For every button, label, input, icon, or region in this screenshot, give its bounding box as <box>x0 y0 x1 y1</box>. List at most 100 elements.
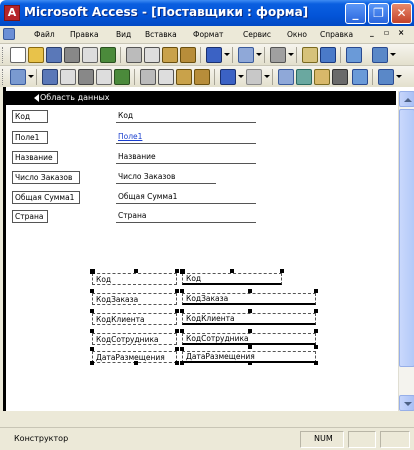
selection-handle[interactable] <box>175 361 179 365</box>
menu-insert[interactable]: Вставка <box>145 30 177 39</box>
selection-handle[interactable] <box>180 269 185 274</box>
selection-handle[interactable] <box>175 269 179 273</box>
selection-handle[interactable] <box>175 309 179 313</box>
doc-restore-button[interactable]: ▫ <box>384 28 389 37</box>
redo-icon[interactable] <box>246 69 262 85</box>
selection-handle[interactable] <box>314 309 318 313</box>
close-button[interactable]: ✕ <box>391 3 412 24</box>
menu-tools[interactable]: Сервис <box>243 30 271 39</box>
format-painter-icon[interactable] <box>180 47 196 63</box>
scroll-thumb[interactable] <box>399 109 414 367</box>
search-icon[interactable] <box>60 69 76 85</box>
toolbar-grip[interactable] <box>2 69 5 85</box>
selection-handle[interactable] <box>248 329 252 333</box>
detail-section-header[interactable]: Область данных <box>6 91 396 105</box>
selection-handle[interactable] <box>180 329 184 333</box>
analyze-icon[interactable] <box>314 69 330 85</box>
undo-icon[interactable] <box>206 47 222 63</box>
subform-label-client-id[interactable]: КодКлиента <box>92 313 177 325</box>
selection-handle[interactable] <box>90 329 94 333</box>
print-preview-icon[interactable] <box>96 69 112 85</box>
selection-handle[interactable] <box>314 329 318 333</box>
selection-handle[interactable] <box>180 361 184 365</box>
selection-handle[interactable] <box>230 269 234 273</box>
textbox-name[interactable]: Название <box>116 150 256 164</box>
selection-handle[interactable] <box>280 269 284 273</box>
format-painter-icon[interactable] <box>194 69 210 85</box>
field-list-icon[interactable] <box>270 47 286 63</box>
label-country[interactable]: Страна <box>12 210 48 223</box>
scroll-up-button[interactable] <box>399 91 414 107</box>
selection-handle[interactable] <box>180 309 184 313</box>
new-object-dropdown-icon[interactable] <box>390 53 396 56</box>
web-toolbar-icon[interactable] <box>296 69 312 85</box>
selection-handle[interactable] <box>314 289 318 293</box>
selection-handle[interactable] <box>248 361 252 365</box>
save-icon[interactable] <box>42 69 58 85</box>
selection-handle[interactable] <box>175 329 179 333</box>
textbox-country[interactable]: Страна <box>116 209 256 223</box>
subform-textbox-code[interactable]: Код <box>182 273 282 285</box>
menu-view[interactable]: Вид <box>116 30 131 39</box>
selection-handle[interactable] <box>175 347 179 351</box>
code-icon[interactable] <box>320 47 336 63</box>
toolbar-grip[interactable] <box>2 47 5 63</box>
selection-handle[interactable] <box>314 345 318 349</box>
undo-icon[interactable] <box>220 69 236 85</box>
subform-label-order-id[interactable]: КодЗаказа <box>92 293 177 305</box>
doc-close-button[interactable]: × <box>398 28 404 37</box>
label-name[interactable]: Название <box>12 151 58 164</box>
cut-icon[interactable] <box>126 47 142 63</box>
menu-edit[interactable]: Правка <box>70 30 99 39</box>
paste-icon[interactable] <box>176 69 192 85</box>
new-object-icon[interactable] <box>378 69 394 85</box>
selection-handle[interactable] <box>314 361 318 365</box>
subform-textbox-order-id[interactable]: КодЗаказа <box>182 293 316 305</box>
copy-icon[interactable] <box>144 47 160 63</box>
database-window-icon[interactable] <box>346 47 362 63</box>
open-icon[interactable] <box>28 47 44 63</box>
selection-handle[interactable] <box>248 289 252 293</box>
new-object-dropdown-icon[interactable] <box>396 75 402 78</box>
doc-minimize-button[interactable]: _ <box>370 28 374 37</box>
access-app-icon[interactable]: A <box>4 5 20 21</box>
undo-dropdown-icon[interactable] <box>238 75 244 78</box>
spelling-icon[interactable] <box>100 47 116 63</box>
selection-handle[interactable] <box>134 269 138 273</box>
build-icon[interactable] <box>332 69 348 85</box>
selection-handle[interactable] <box>90 269 95 274</box>
field-list-dropdown-icon[interactable] <box>288 53 294 56</box>
subform-textbox-client-id[interactable]: КодКлиента <box>182 313 316 325</box>
copy-icon[interactable] <box>158 69 174 85</box>
selection-handle[interactable] <box>90 289 94 293</box>
save-icon[interactable] <box>46 47 62 63</box>
insert-hyperlink-icon[interactable] <box>238 47 254 63</box>
textbox-total-sum[interactable]: Общая Сумма1 <box>116 190 256 204</box>
view-dropdown-icon[interactable] <box>28 75 34 78</box>
menu-window[interactable]: Окно <box>287 30 307 39</box>
selection-handle[interactable] <box>175 289 179 293</box>
selection-handle[interactable] <box>134 361 138 365</box>
selection-handle[interactable] <box>248 345 252 349</box>
selection-handle[interactable] <box>90 361 94 365</box>
minimize-button[interactable]: _ <box>345 3 366 24</box>
textbox-code[interactable]: Код <box>116 109 256 123</box>
label-total-sum[interactable]: Общая Сумма1 <box>12 191 80 204</box>
menu-help[interactable]: Справка <box>320 30 353 39</box>
selection-handle[interactable] <box>180 289 184 293</box>
spelling-icon[interactable] <box>114 69 130 85</box>
insert-hyperlink-icon[interactable] <box>278 69 294 85</box>
restore-button[interactable]: ❐ <box>368 3 389 24</box>
textbox-order-count[interactable]: Число Заказов <box>116 170 216 184</box>
print-icon[interactable] <box>78 69 94 85</box>
selection-handle[interactable] <box>248 309 252 313</box>
subform-label-code[interactable]: Код <box>92 273 177 285</box>
label-field1[interactable]: Поле1 <box>12 131 48 144</box>
view-icon[interactable] <box>10 69 26 85</box>
label-order-count[interactable]: Число Заказов <box>12 171 80 184</box>
selection-handle[interactable] <box>90 347 94 351</box>
vertical-scrollbar[interactable] <box>398 91 414 411</box>
selection-handle[interactable] <box>90 309 94 313</box>
new-icon[interactable] <box>10 47 26 63</box>
selection-handle[interactable] <box>180 347 184 351</box>
